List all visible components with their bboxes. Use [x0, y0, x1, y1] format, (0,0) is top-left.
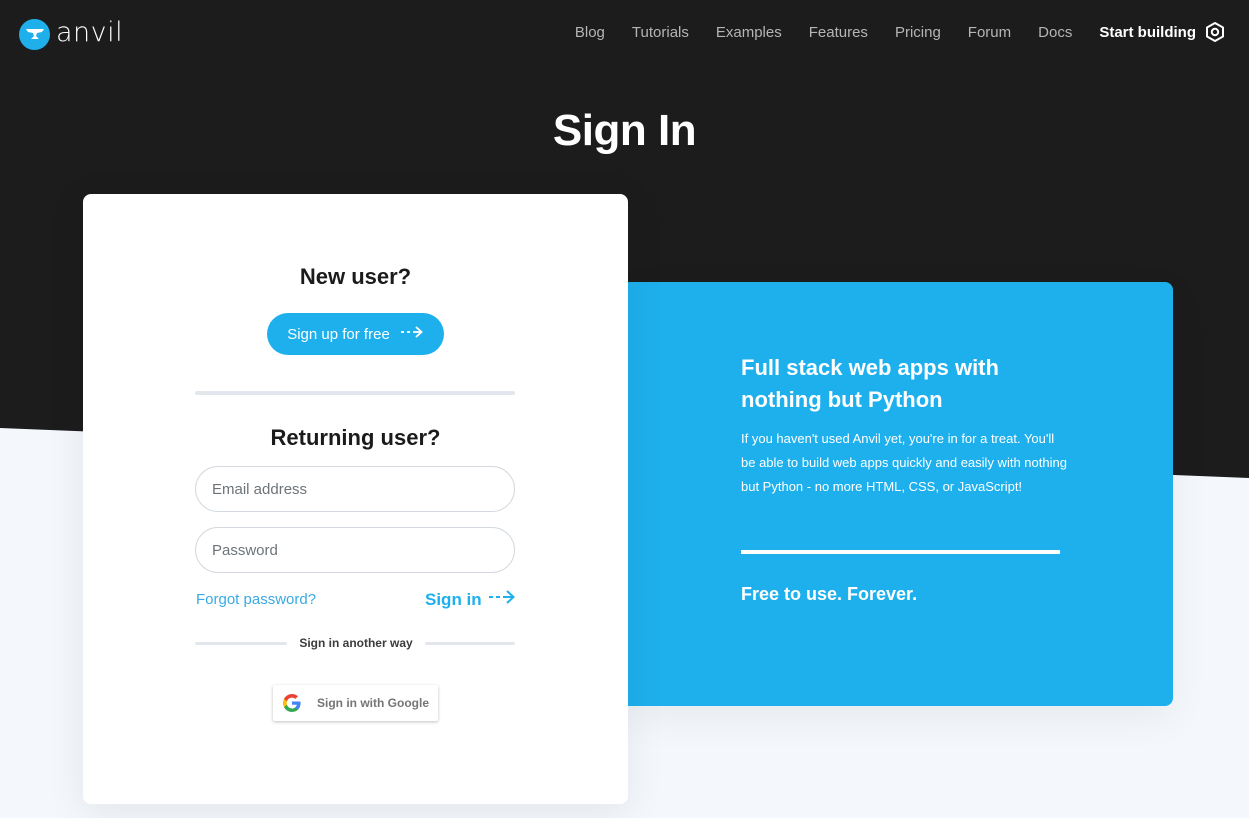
- dashed-arrow-icon: [488, 589, 516, 610]
- promo-heading: Full stack web apps with nothing but Pyt…: [741, 355, 999, 412]
- nav-link-examples[interactable]: Examples: [716, 24, 782, 41]
- nav-link-docs[interactable]: Docs: [1038, 24, 1072, 41]
- signup-button[interactable]: Sign up for free: [267, 313, 444, 355]
- anvil-logo-icon: [19, 18, 50, 50]
- promo-footer: Free to use. Forever.: [741, 584, 918, 604]
- promo-body: If you haven't used Anvil yet, you're in…: [741, 431, 1067, 494]
- signin-button[interactable]: Sign in: [425, 589, 516, 610]
- google-signin-button[interactable]: Sign in with Google: [273, 685, 438, 721]
- dashed-arrow-icon: [400, 325, 424, 343]
- alt-divider-right: [425, 642, 515, 645]
- top-navigation: anvil Blog Tutorials Examples Features P…: [0, 0, 1249, 64]
- nav-link-features[interactable]: Features: [809, 24, 868, 41]
- nav-links: Blog Tutorials Examples Features Pricing…: [548, 20, 1225, 44]
- nav-link-pricing[interactable]: Pricing: [895, 24, 941, 41]
- new-user-heading: New user?: [299, 264, 412, 289]
- nav-link-tutorials[interactable]: Tutorials: [632, 24, 689, 41]
- password-field[interactable]: [195, 527, 515, 573]
- brand-name: anvil: [56, 17, 124, 48]
- section-divider: [195, 391, 515, 395]
- signin-button-label: Sign in: [425, 589, 482, 609]
- email-field[interactable]: [195, 466, 515, 512]
- forgot-password-link[interactable]: Forgot password?: [196, 591, 316, 608]
- google-icon: [283, 694, 301, 712]
- signin-card: New user? Sign up for free Returning use…: [83, 194, 628, 804]
- google-signin-label: Sign in with Google: [317, 696, 429, 710]
- anvil-logo[interactable]: anvil: [19, 18, 123, 50]
- promo-divider: [741, 550, 1060, 554]
- promo-panel: Full stack web apps with nothing but Pyt…: [628, 282, 1173, 706]
- nav-link-forum[interactable]: Forum: [968, 24, 1011, 41]
- alt-divider-left: [195, 642, 287, 645]
- hexagon-gear-icon[interactable]: [1205, 21, 1225, 43]
- signup-button-label: Sign up for free: [287, 325, 390, 343]
- page-title: Sign In: [552, 106, 697, 155]
- alt-signin-label: Sign in another way: [299, 636, 413, 650]
- returning-user-heading: Returning user?: [270, 425, 441, 450]
- nav-link-blog[interactable]: Blog: [575, 24, 605, 41]
- start-building-link[interactable]: Start building: [1099, 24, 1196, 41]
